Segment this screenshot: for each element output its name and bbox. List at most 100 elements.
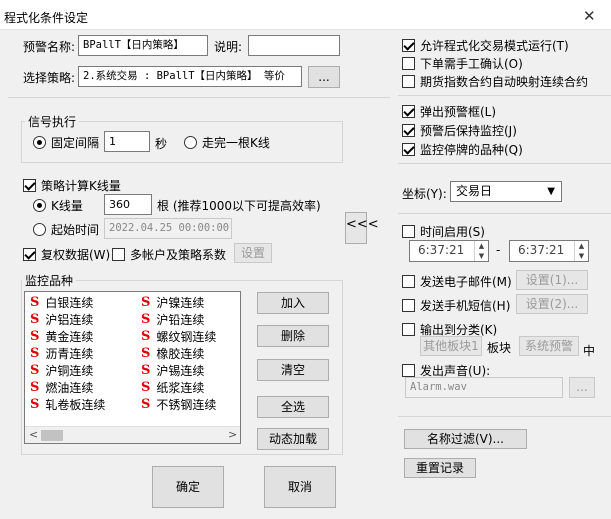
delete-button[interactable]: 删除 <box>257 325 329 347</box>
spin-arrows-icon[interactable]: ▲ ▼ <box>574 241 588 261</box>
kline-count-radio[interactable] <box>33 199 46 212</box>
list-item[interactable]: S 不锈钢连续 <box>141 396 216 413</box>
allow-auto-checkbox[interactable] <box>402 39 415 52</box>
interval-input[interactable]: 1 <box>104 131 150 152</box>
manual-confirm-option[interactable]: 下单需手工确认(O) <box>402 55 523 72</box>
scroll-right-icon[interactable]: > <box>228 428 237 441</box>
output-category-checkbox[interactable] <box>402 323 415 336</box>
email-setup-button[interactable]: 设置(1)... <box>516 270 588 290</box>
start-time-input[interactable]: 2022.04.25 00:00:00 <box>104 218 232 239</box>
collapse-button[interactable]: <<< <box>345 212 379 244</box>
symbol-list[interactable]: S 白银连续 S 沪铝连续 S 黄金连续 S 沥青连续 S 沪铜连续 S 燃油连续 S 轧卷板… <box>24 291 241 444</box>
spin-arrows-icon[interactable]: ▲ ▼ <box>474 241 488 261</box>
index-map-checkbox[interactable] <box>402 75 415 88</box>
index-map-option[interactable]: 期货指数合约自动映射连续合约 <box>402 73 588 90</box>
coordinate-select[interactable]: 交易日 ▼ <box>450 181 562 202</box>
strategy-calc-checkbox-row[interactable]: 策略计算K线量 <box>23 177 121 194</box>
series-icon: S <box>141 380 151 395</box>
allow-auto-option[interactable]: 允许程式化交易模式运行(T) <box>402 37 569 54</box>
select-all-button[interactable]: 全选 <box>257 396 329 418</box>
list-item-label: 沥青连续 <box>45 347 94 361</box>
strategy-calc-checkbox[interactable] <box>23 179 36 192</box>
keep-monitor-option[interactable]: 预警后保持监控(J) <box>402 122 517 139</box>
play-sound-checkbox[interactable] <box>402 364 415 377</box>
send-sms-option[interactable]: 发送手机短信(H) <box>402 297 510 314</box>
time-from-value: 6:37:21 <box>418 243 465 257</box>
alert-name-label: 预警名称: <box>23 40 76 54</box>
sound-file-input[interactable]: Alarm.wav <box>405 377 563 398</box>
send-sms-checkbox[interactable] <box>402 299 415 312</box>
reset-record-button[interactable]: 重置记录 <box>404 458 476 478</box>
divider <box>398 416 611 417</box>
manual-confirm-checkbox[interactable] <box>402 57 415 70</box>
name-filter-button[interactable]: 名称过滤(V)... <box>404 429 527 449</box>
time-to-input[interactable]: 6:37:21 ▲ ▼ <box>509 240 589 262</box>
list-item[interactable]: S 沪锡连续 <box>141 362 204 379</box>
restore-data-option[interactable]: 复权数据(W) <box>23 246 110 263</box>
horizontal-scrollbar[interactable]: < > <box>25 426 240 443</box>
seconds-unit: 秒 <box>155 137 168 151</box>
popup-alert-option[interactable]: 弹出预警框(L) <box>402 103 496 120</box>
monitor-halted-option[interactable]: 监控停牌的品种(Q) <box>402 141 523 158</box>
list-item[interactable]: S 沪铝连续 <box>30 311 93 328</box>
multi-account-checkbox[interactable] <box>112 248 125 261</box>
chevron-down-icon[interactable]: ▼ <box>547 183 555 200</box>
list-item[interactable]: S 橡胶连续 <box>141 345 204 362</box>
sms-setup-button[interactable]: 设置(2)... <box>516 294 588 314</box>
window-title: 程式化条件设定 <box>4 11 89 25</box>
fixed-interval-option[interactable]: 固定间隔 <box>33 134 99 151</box>
list-item[interactable]: S 黄金连续 <box>30 328 93 345</box>
list-item-label: 沪铅连续 <box>156 313 205 327</box>
close-icon[interactable]: ✕ <box>583 7 596 25</box>
alert-name-input[interactable]: BPallT【日内策略】 <box>78 35 208 56</box>
list-item[interactable]: S 沥青连续 <box>30 345 93 362</box>
middle-char: 中 <box>583 344 596 358</box>
add-button[interactable]: 加入 <box>257 292 329 314</box>
list-item[interactable]: S 沪镍连续 <box>141 294 204 311</box>
restore-data-checkbox[interactable] <box>23 248 36 261</box>
time-enable-label: 时间启用(S) <box>420 225 485 239</box>
description-input[interactable] <box>248 35 340 56</box>
scroll-left-icon[interactable]: < <box>29 428 38 441</box>
dynamic-load-button[interactable]: 动态加载 <box>257 428 329 450</box>
multi-account-option[interactable]: 多帐户及策略系数 <box>112 246 226 263</box>
strategy-input[interactable]: 2.系统交易 : BPallT【日内策略】 等价 <box>78 66 302 87</box>
divider <box>398 95 611 96</box>
scroll-thumb[interactable] <box>41 430 63 441</box>
time-to-value: 6:37:21 <box>518 243 565 257</box>
cancel-button[interactable]: 取消 <box>264 466 336 508</box>
list-item-label: 沪镍连续 <box>156 296 205 310</box>
time-enable-option[interactable]: 时间启用(S) <box>402 223 485 240</box>
manual-confirm-label: 下单需手工确认(O) <box>420 57 523 71</box>
popup-alert-checkbox[interactable] <box>402 105 415 118</box>
list-item[interactable]: S 沪铜连续 <box>30 362 93 379</box>
strategy-browse-button[interactable]: ... <box>308 66 340 88</box>
start-time-option[interactable]: 起始时间 <box>33 221 99 238</box>
list-item[interactable]: S 沪铅连续 <box>141 311 204 328</box>
list-item[interactable]: S 螺纹钢连续 <box>141 328 216 345</box>
sound-browse-button[interactable]: ... <box>569 377 595 398</box>
monitor-halted-checkbox[interactable] <box>402 143 415 156</box>
keep-monitor-checkbox[interactable] <box>402 124 415 137</box>
start-time-radio[interactable] <box>33 223 46 236</box>
time-from-input[interactable]: 6:37:21 ▲ ▼ <box>409 240 489 262</box>
fixed-interval-label: 固定间隔 <box>51 136 100 150</box>
send-email-checkbox[interactable] <box>402 275 415 288</box>
kline-count-input[interactable]: 360 <box>104 194 152 215</box>
popup-alert-label: 弹出预警框(L) <box>420 105 497 119</box>
ok-button[interactable]: 确定 <box>152 466 224 508</box>
system-alert-button[interactable]: 系统预警 <box>519 336 579 356</box>
clear-button[interactable]: 清空 <box>257 359 329 381</box>
setup-button[interactable]: 设置 <box>234 243 272 263</box>
kline-complete-option[interactable]: 走完一根K线 <box>184 134 270 151</box>
send-email-option[interactable]: 发送电子邮件(M) <box>402 273 512 290</box>
kline-count-option[interactable]: K线量 <box>33 197 83 214</box>
list-item[interactable]: S 白银连续 <box>30 294 93 311</box>
list-item[interactable]: S 轧卷板连续 <box>30 396 105 413</box>
other-board-button[interactable]: 其他板块1 <box>420 336 482 356</box>
list-item[interactable]: S 纸浆连续 <box>141 379 204 396</box>
list-item[interactable]: S 燃油连续 <box>30 379 93 396</box>
time-enable-checkbox[interactable] <box>402 225 415 238</box>
fixed-interval-radio[interactable] <box>33 136 46 149</box>
kline-complete-radio[interactable] <box>184 136 197 149</box>
